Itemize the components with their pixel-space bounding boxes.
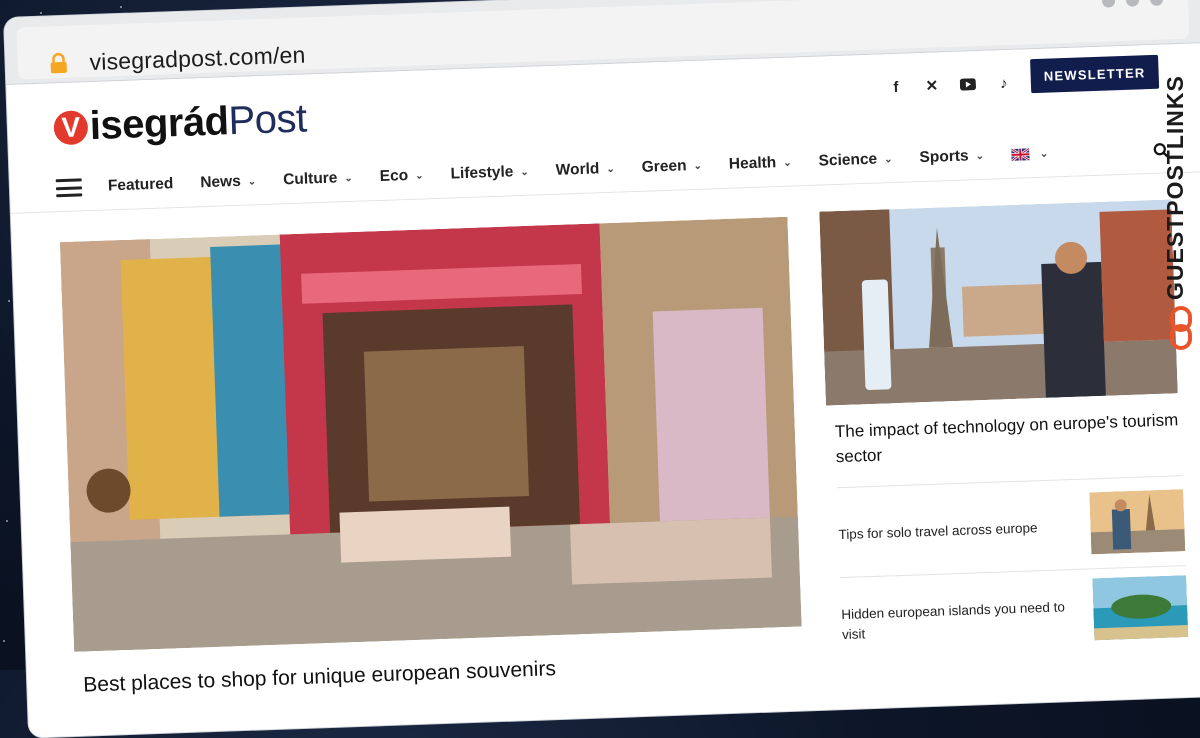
chevron-down-icon: ⌄: [247, 175, 257, 188]
nav-item-culture[interactable]: Culture ⌄: [283, 169, 353, 189]
nav-item-lifestyle[interactable]: Lifestyle ⌄: [450, 163, 529, 184]
menu-icon[interactable]: [55, 178, 83, 198]
nav-label: Health: [728, 154, 777, 173]
list-item-thumbnail[interactable]: [1092, 575, 1189, 641]
nav-label: Culture: [282, 169, 338, 189]
chevron-down-icon: ⌄: [883, 153, 893, 165]
chevron-down-icon: ⌄: [975, 150, 985, 162]
x-icon[interactable]: ✕: [923, 76, 942, 95]
browser-window: visegradpost.com/en V isegrád Post f ✕ ♪…: [4, 0, 1200, 738]
facebook-icon[interactable]: f: [887, 78, 906, 97]
nav-label: Green: [641, 157, 687, 176]
list-item-title[interactable]: Hidden european islands you need to visi…: [841, 597, 1072, 644]
nav-item-science[interactable]: Science ⌄: [818, 150, 893, 171]
chevron-down-icon: ⌄: [783, 157, 792, 169]
nav-item-world[interactable]: World ⌄: [555, 160, 615, 180]
featured-side-image[interactable]: [819, 199, 1178, 406]
nav-label: Eco: [379, 166, 409, 185]
chevron-down-icon: ⌄: [693, 160, 703, 172]
nav-label: Lifestyle: [450, 163, 514, 183]
language-switcher[interactable]: ⌄: [1010, 148, 1049, 161]
lock-icon: [50, 52, 67, 74]
site-logo[interactable]: V isegrád Post: [53, 97, 307, 151]
nav-label: News: [200, 172, 242, 192]
newsletter-button[interactable]: NEWSLETTER: [1030, 54, 1160, 94]
social-links: f ✕ ♪: [887, 74, 1014, 96]
nav-item-news[interactable]: News ⌄: [200, 172, 256, 192]
list-item-title[interactable]: Tips for solo travel across europe: [838, 517, 1069, 545]
nav-label: Science: [818, 150, 878, 170]
logo-text-light: Post: [227, 96, 308, 144]
nav-item-sports[interactable]: Sports ⌄: [919, 147, 984, 167]
watermark-text: GUESTPOSTLINKS: [1162, 75, 1188, 300]
chevron-down-icon: ⌄: [606, 163, 615, 175]
logo-text-bold: isegrád: [89, 99, 230, 149]
window-dot-icon[interactable]: [1125, 0, 1140, 7]
main-content: Best places to shop for unique european …: [10, 170, 1200, 738]
window-dot-icon[interactable]: [1101, 0, 1116, 8]
nav-item-green[interactable]: Green ⌄: [641, 157, 702, 177]
uk-flag-icon: [1010, 148, 1030, 161]
youtube-icon[interactable]: [959, 75, 978, 94]
nav-item-featured[interactable]: Featured: [108, 175, 174, 195]
chevron-down-icon: ⌄: [1039, 148, 1049, 160]
nav-label: World: [555, 160, 600, 179]
nav-item-health[interactable]: Health ⌄: [729, 154, 792, 174]
tiktok-icon[interactable]: ♪: [995, 74, 1014, 93]
nav-item-eco[interactable]: Eco ⌄: [379, 166, 423, 186]
nav-label: Sports: [919, 147, 969, 167]
divider: [836, 475, 1183, 489]
logo-mark: V: [53, 109, 89, 145]
list-item-thumbnail[interactable]: [1089, 489, 1186, 555]
nav-label: Featured: [107, 175, 174, 195]
window-dot-icon[interactable]: [1149, 0, 1164, 6]
hero-image[interactable]: [59, 216, 802, 652]
hero-title[interactable]: Best places to shop for unique european …: [83, 657, 556, 697]
featured-side-title[interactable]: The impact of technology on europe's tou…: [835, 408, 1187, 469]
url-text: visegradpost.com/en: [89, 41, 306, 76]
chevron-down-icon: ⌄: [344, 172, 353, 184]
link-chain-icon: [1170, 306, 1192, 350]
chevron-down-icon: ⌄: [520, 166, 529, 178]
chevron-down-icon: ⌄: [415, 169, 424, 182]
